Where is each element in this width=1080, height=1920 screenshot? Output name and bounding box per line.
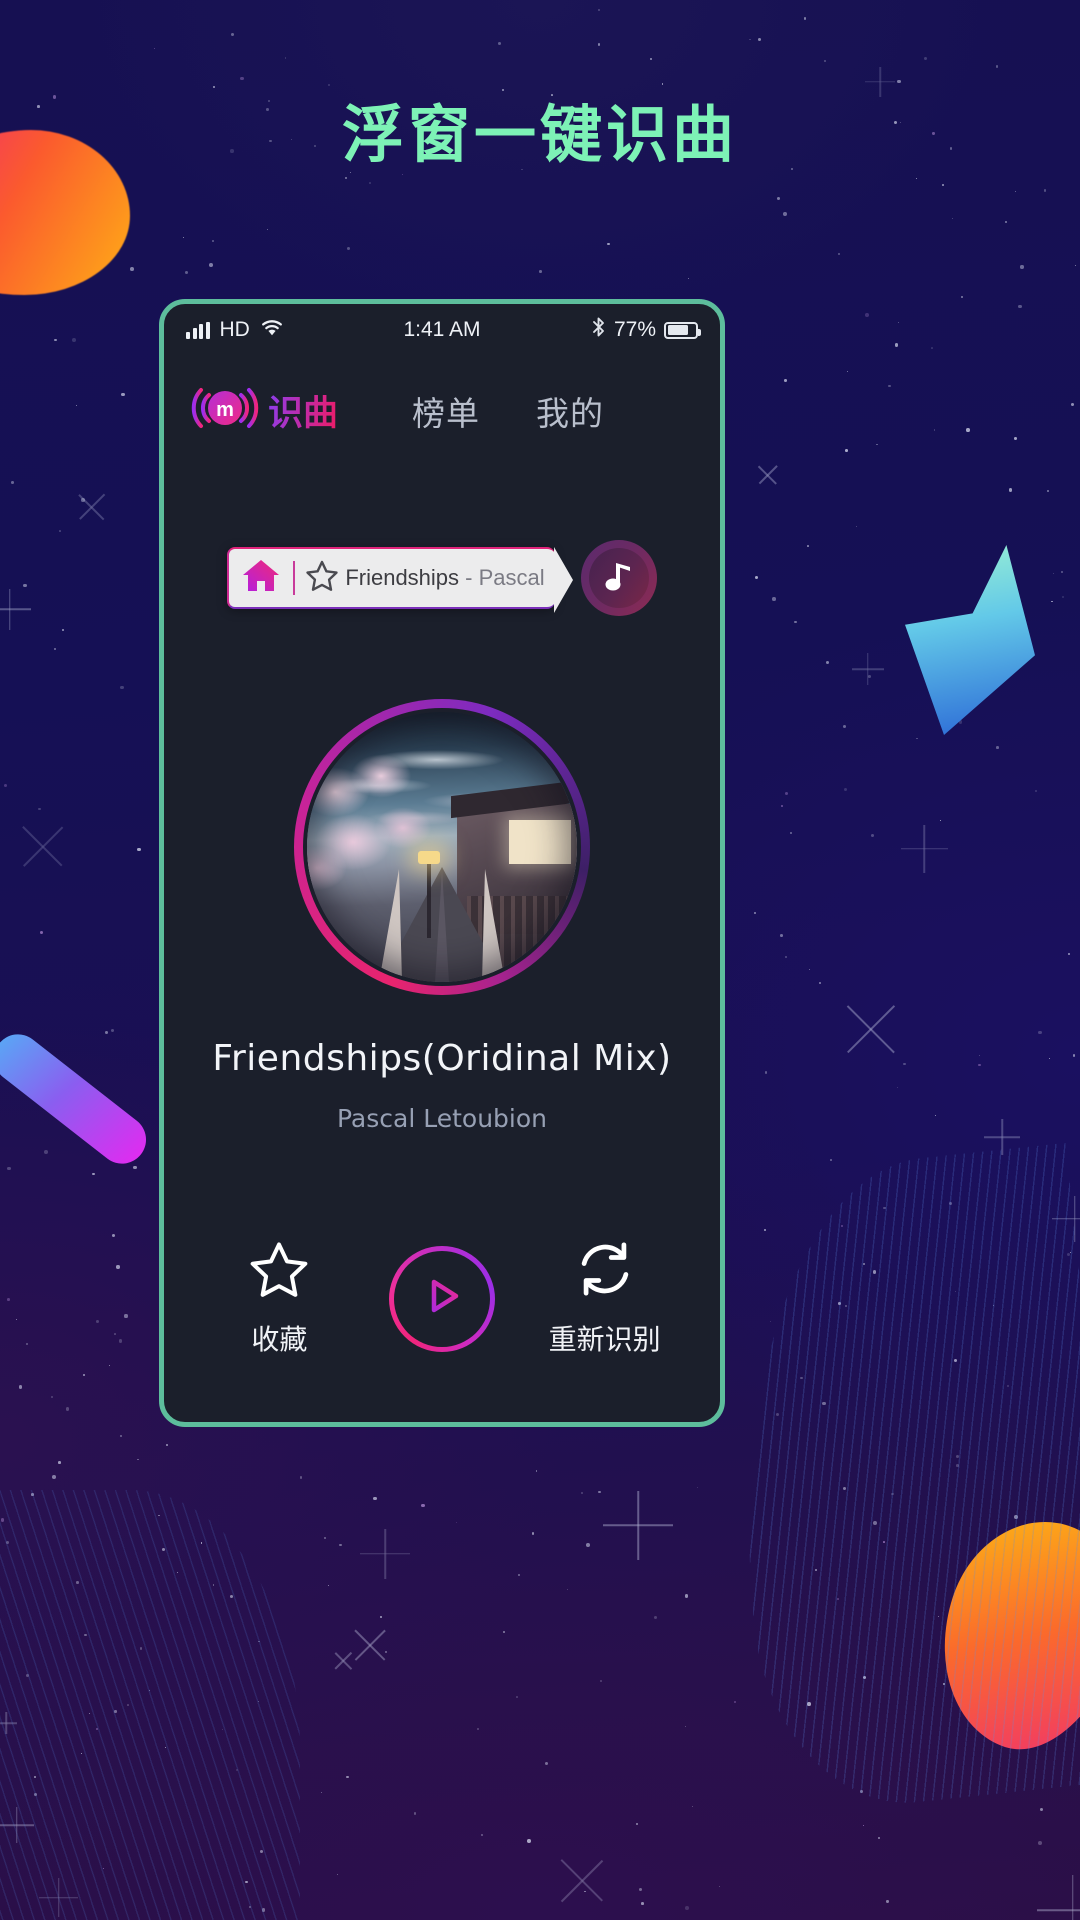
app-logo: m 识曲 <box>188 382 338 439</box>
bottom-controls: 收藏 重新识别 <box>164 1239 720 1358</box>
battery-icon <box>664 321 701 339</box>
floating-track-secondary: Pascal <box>478 565 545 590</box>
floating-track-separator: - <box>459 565 479 590</box>
play-ring[interactable] <box>388 1245 495 1352</box>
floating-track-text: Friendships - Pascal <box>345 565 544 591</box>
music-note-icon <box>604 559 634 598</box>
album-art-vignette <box>307 712 577 982</box>
floating-note-inner <box>588 548 649 608</box>
album-art-image <box>307 712 577 982</box>
floating-note-button[interactable] <box>580 540 657 616</box>
wifi-icon <box>260 318 284 343</box>
top-nav: m 识曲 榜单 我的 <box>164 356 720 439</box>
tab-bangdan[interactable]: 榜单 <box>412 387 480 435</box>
nav-tab-group: 榜单 我的 <box>412 387 604 435</box>
floating-track-primary: Friendships <box>345 565 460 590</box>
song-artist: Pascal Letoubion <box>336 1104 548 1133</box>
re-identify-button[interactable]: 重新识别 <box>530 1239 680 1358</box>
pill-divider <box>293 561 296 595</box>
album-art-ring <box>294 699 590 995</box>
poster-background: 浮窗一键识曲 HD 1:41 AM 77% m 识曲 榜单 我的 Friends… <box>0 0 1080 1920</box>
status-bar-left: HD <box>186 318 284 343</box>
song-title: Friendships(Oridinal Mix) <box>212 1038 672 1079</box>
star-outline-icon[interactable] <box>305 559 339 597</box>
status-bar: HD 1:41 AM 77% <box>164 304 720 356</box>
refresh-icon <box>574 1239 636 1304</box>
bluetooth-icon <box>591 316 606 344</box>
floating-window-pill[interactable]: Friendships - Pascal <box>227 546 574 613</box>
tab-wode[interactable]: 我的 <box>536 387 604 435</box>
sound-wave-m-logo-icon: m <box>188 382 262 439</box>
home-icon[interactable] <box>241 558 281 599</box>
re-identify-label: 重新识别 <box>548 1323 661 1356</box>
poster-title: 浮窗一键识曲 <box>341 98 738 171</box>
network-type-label: HD <box>219 318 250 341</box>
album-art-gap <box>303 708 581 986</box>
star-outline-icon <box>248 1239 310 1304</box>
favorite-label: 收藏 <box>251 1323 308 1356</box>
tab-shiqu[interactable]: 识曲 <box>268 385 338 436</box>
svg-text:m: m <box>216 399 234 421</box>
status-bar-right: 77% <box>591 316 701 344</box>
floating-window-row: Friendships - Pascal <box>164 540 720 616</box>
play-ring-hole <box>393 1250 490 1347</box>
phone-mockup: HD 1:41 AM 77% m 识曲 榜单 我的 Friendships - … <box>159 299 725 1427</box>
battery-percent-label: 77% <box>613 318 656 341</box>
play-button[interactable] <box>367 1245 517 1352</box>
favorite-button[interactable]: 收藏 <box>204 1239 354 1358</box>
play-icon <box>418 1272 466 1325</box>
signal-bars-icon <box>186 321 210 339</box>
